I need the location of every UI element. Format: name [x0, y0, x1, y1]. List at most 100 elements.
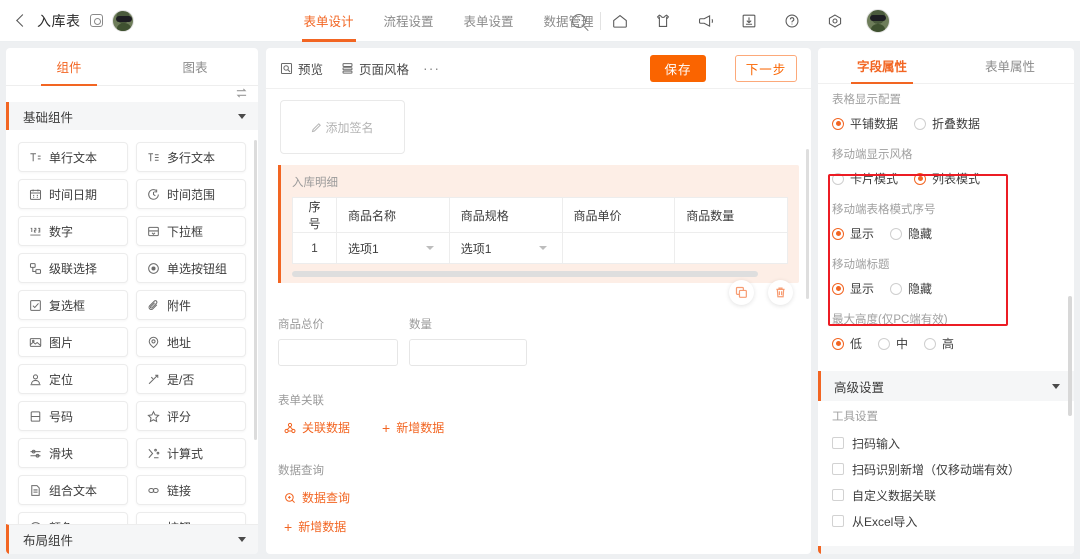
tab-form-properties[interactable]: 表单属性	[946, 48, 1074, 83]
component-color[interactable]: 颜色	[18, 512, 128, 524]
radio-dot	[890, 282, 903, 295]
cell-unit-price[interactable]	[561, 232, 676, 264]
group-label-mobile-style: 移动端显示风格	[832, 149, 913, 161]
radio-group-table-display: 平铺数据 折叠数据	[818, 113, 1074, 139]
tab-form-settings[interactable]: 表单设置	[464, 0, 514, 42]
tab-form-design[interactable]: 表单设计	[301, 0, 356, 42]
block-action-buttons	[729, 280, 793, 305]
avatar[interactable]	[111, 9, 134, 32]
next-step-button[interactable]: 下一步	[735, 54, 797, 82]
component-geolocation[interactable]: 定位	[18, 364, 128, 394]
component-checkbox[interactable]: 复选框	[18, 290, 128, 320]
radio-height-high[interactable]: 高	[924, 335, 954, 352]
component-label: 组合文本	[49, 483, 98, 498]
user-avatar-button[interactable]	[865, 8, 890, 33]
radio-label: 显示	[850, 282, 875, 296]
canvas-scrollbar[interactable]	[806, 149, 809, 299]
component-dropdown[interactable]: 下拉框	[136, 216, 246, 246]
tab-data-management[interactable]: 数据管理	[544, 0, 594, 42]
tab-process-settings[interactable]: 流程设置	[384, 0, 434, 42]
component-multi-line-text[interactable]: 多行文本	[136, 142, 246, 172]
component-rating[interactable]: 评分	[136, 401, 246, 431]
help-circle-icon[interactable]	[783, 12, 801, 30]
page-style-button[interactable]: 页面风格	[341, 59, 409, 78]
component-single-line-text[interactable]: 单行文本	[18, 142, 128, 172]
radio-list-mode[interactable]: 列表模式	[914, 170, 980, 187]
product-name-select[interactable]: 选项1	[348, 240, 438, 257]
component-list-scroll[interactable]: 单行文本 多行文本 时间日期 时间范围 数字 下拉框 级联选择 单选按钮组 复选…	[6, 130, 258, 524]
component-phone-number[interactable]: 号码	[18, 401, 128, 431]
component-yes-no[interactable]: 是/否	[136, 364, 246, 394]
megaphone-icon[interactable]	[697, 12, 715, 30]
properties-scrollbar[interactable]	[1068, 296, 1072, 416]
quantity-input[interactable]	[409, 339, 527, 366]
component-address[interactable]: 地址	[136, 327, 246, 357]
checkbox-scan-recognize-add[interactable]: 扫码识别新增（仅移动端有效）	[818, 456, 1074, 482]
component-radio-group[interactable]: 单选按钮组	[136, 253, 246, 283]
component-slider[interactable]: 滑块	[18, 438, 128, 468]
section-advanced-settings[interactable]: 高级设置	[818, 371, 1074, 401]
copy-icon[interactable]	[729, 280, 754, 305]
single-line-text-icon	[29, 151, 42, 164]
swap-icon[interactable]	[235, 87, 248, 99]
scrollbar-thumb[interactable]	[292, 271, 759, 277]
tab-components[interactable]: 组件	[6, 48, 132, 86]
component-button[interactable]: 按钮	[136, 512, 246, 524]
radio-collapsed-data[interactable]: 折叠数据	[914, 115, 980, 132]
search-icon[interactable]	[571, 13, 586, 28]
component-combined-text[interactable]: 组合文本	[18, 475, 128, 505]
radio-flat-data[interactable]: 平铺数据	[832, 115, 898, 132]
component-image[interactable]: 图片	[18, 327, 128, 357]
sidebar-scrollbar[interactable]	[254, 140, 257, 440]
radio-title-hide[interactable]: 隐藏	[890, 280, 932, 297]
back-arrow-icon[interactable]	[14, 14, 28, 28]
cell-quantity[interactable]	[674, 232, 788, 264]
component-formula[interactable]: 计算式	[136, 438, 246, 468]
more-options-button[interactable]: ···	[423, 60, 440, 76]
relate-data-button[interactable]: 关联数据	[284, 419, 350, 436]
add-signature-field[interactable]: 添加签名	[280, 100, 405, 154]
tab-charts[interactable]: 图表	[132, 48, 258, 85]
shirt-icon[interactable]	[654, 12, 672, 30]
download-icon[interactable]	[740, 12, 758, 30]
section-field-management[interactable]: 字段管理	[818, 546, 1074, 554]
component-label: 号码	[49, 409, 74, 424]
radio-index-hide[interactable]: 隐藏	[890, 225, 932, 242]
trash-icon[interactable]	[768, 280, 793, 305]
checkbox-import-from-excel[interactable]: 从Excel导入	[818, 508, 1074, 534]
component-cascader[interactable]: 级联选择	[18, 253, 128, 283]
radio-height-medium[interactable]: 中	[878, 335, 908, 352]
table-horizontal-scrollbar[interactable]	[292, 271, 788, 277]
component-link[interactable]: 链接	[136, 475, 246, 505]
gear-icon[interactable]	[89, 14, 103, 27]
radio-group-mobile-style: 卡片模式 列表模式	[818, 168, 1074, 194]
tab-field-properties[interactable]: 字段属性	[818, 48, 946, 84]
table-row[interactable]: 1 选项1 选项1	[292, 232, 788, 264]
component-label: 定位	[49, 372, 74, 387]
component-group-layout[interactable]: 布局组件	[6, 524, 258, 554]
component-label: 地址	[167, 335, 192, 350]
target-icon[interactable]	[826, 12, 844, 30]
radio-card-mode[interactable]: 卡片模式	[832, 170, 898, 187]
home-icon[interactable]	[611, 12, 629, 30]
component-group-basic[interactable]: 基础组件	[6, 102, 258, 130]
product-spec-select[interactable]: 选项1	[461, 240, 551, 257]
data-query-button[interactable]: 数据查询	[284, 489, 799, 506]
add-data-button[interactable]: + 新增数据	[382, 419, 444, 436]
component-date-time[interactable]: 时间日期	[18, 179, 128, 209]
radio-title-show[interactable]: 显示	[832, 280, 874, 297]
data-query-add-button[interactable]: + 新增数据	[284, 518, 799, 535]
preview-button[interactable]: 预览	[280, 59, 323, 78]
cell-product-spec[interactable]: 选项1	[448, 232, 563, 264]
subform-block[interactable]: 入库明细 序号 商品名称 商品规格 商品单价 商品数量 1 选项1 选项1	[278, 165, 799, 305]
component-time-range[interactable]: 时间范围	[136, 179, 246, 209]
component-number[interactable]: 数字	[18, 216, 128, 246]
radio-index-show[interactable]: 显示	[832, 225, 874, 242]
checkbox-custom-data-relation[interactable]: 自定义数据关联	[818, 482, 1074, 508]
radio-height-low[interactable]: 低	[832, 335, 862, 352]
cell-product-name[interactable]: 选项1	[336, 232, 450, 264]
total-price-input[interactable]	[278, 339, 398, 366]
save-button[interactable]: 保存	[650, 54, 706, 82]
component-attachment[interactable]: 附件	[136, 290, 246, 320]
checkbox-scan-input[interactable]: 扫码输入	[818, 430, 1074, 456]
